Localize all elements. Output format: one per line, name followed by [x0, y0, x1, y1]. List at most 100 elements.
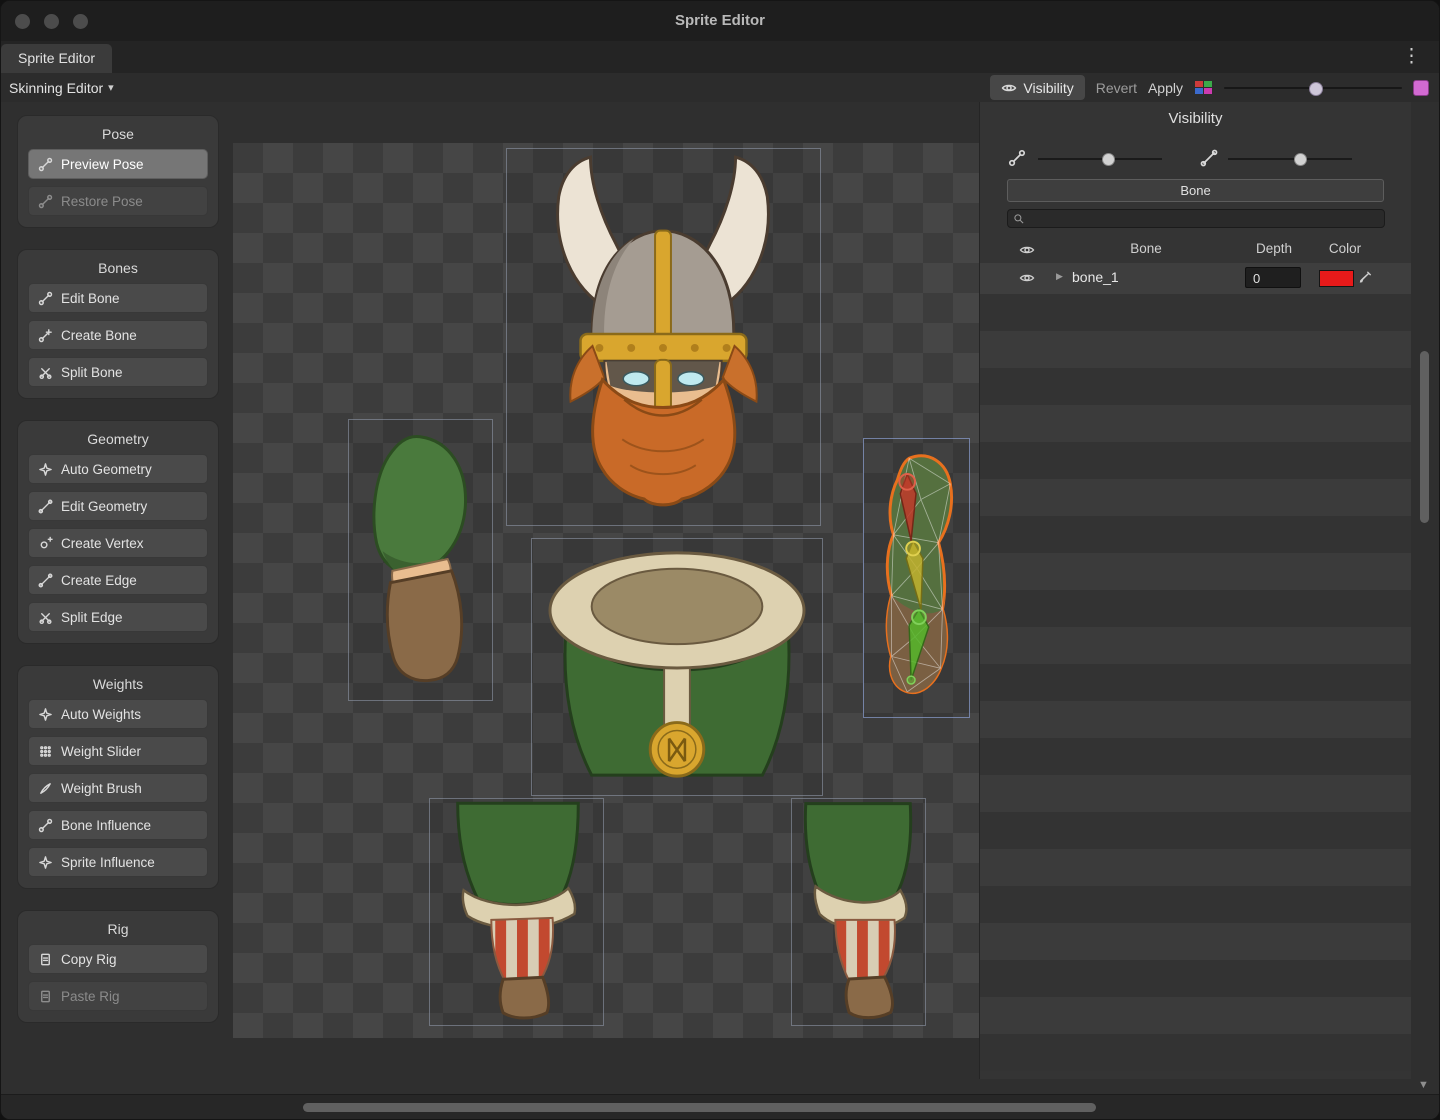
- bone-opacity-track: [1038, 158, 1162, 160]
- minimize-window-button[interactable]: [44, 14, 59, 29]
- column-color[interactable]: Color: [1314, 241, 1376, 256]
- mesh-opacity-thumb[interactable]: [1294, 153, 1307, 166]
- weight-brush-label: Weight Brush: [61, 781, 142, 796]
- panel-pose: Pose Preview Pose Restore Pose: [17, 115, 219, 228]
- horizontal-scrollbar-thumb[interactable]: [303, 1103, 1096, 1112]
- close-window-button[interactable]: [15, 14, 30, 29]
- auto-geometry-button[interactable]: Auto Geometry: [28, 454, 208, 484]
- color-channels-icon[interactable]: [1194, 80, 1213, 95]
- visibility-panel: Visibility Bone Bone Depth Color ▶ bone_…: [979, 102, 1411, 1079]
- sprite-influence-button[interactable]: Sprite Influence: [28, 847, 208, 877]
- create-edge-button[interactable]: Create Edge: [28, 565, 208, 595]
- panel-weights-title: Weights: [28, 676, 208, 692]
- vertical-scrollbar-thumb[interactable]: [1420, 351, 1429, 523]
- kebab-menu-icon[interactable]: ⋮: [1402, 45, 1421, 69]
- document-icon: [38, 952, 53, 967]
- zoom-window-button[interactable]: [73, 14, 88, 29]
- copy-rig-button[interactable]: Copy Rig: [28, 944, 208, 974]
- scroll-down-arrow-icon[interactable]: ▼: [1418, 1079, 1429, 1091]
- panel-weights: Weights Auto Weights Weight Slider Weigh…: [17, 665, 219, 889]
- title-bar: Sprite Editor: [1, 1, 1439, 42]
- toolbar-right-group: Visibility Revert Apply: [990, 73, 1429, 102]
- visibility-panel-title: Visibility: [980, 110, 1411, 127]
- sprite-viking-mitten-arm[interactable]: [348, 419, 493, 701]
- create-edge-label: Create Edge: [61, 573, 137, 588]
- sparkle-icon: [38, 707, 53, 722]
- mesh-opacity-track: [1228, 158, 1352, 160]
- column-bone[interactable]: Bone: [1060, 241, 1232, 256]
- panel-pose-title: Pose: [28, 126, 208, 142]
- panel-geometry-title: Geometry: [28, 431, 208, 447]
- auto-weights-button[interactable]: Auto Weights: [28, 699, 208, 729]
- sprite-viking-torso[interactable]: [531, 538, 823, 796]
- bone-opacity-thumb[interactable]: [1102, 153, 1115, 166]
- apply-button[interactable]: Apply: [1148, 80, 1183, 96]
- weight-slider-label: Weight Slider: [61, 744, 141, 759]
- alpha-slider-thumb[interactable]: [1309, 82, 1323, 96]
- weight-brush-button[interactable]: Weight Brush: [28, 773, 208, 803]
- edge-plus-icon: [38, 573, 53, 588]
- bone-color-swatch[interactable]: [1319, 270, 1354, 287]
- bone-icon: [38, 194, 53, 209]
- bone-visibility-eye-icon[interactable]: [1019, 270, 1035, 286]
- create-bone-button[interactable]: Create Bone: [28, 320, 208, 350]
- search-icon: [1013, 213, 1025, 225]
- eye-column-icon: [1019, 242, 1035, 258]
- panel-rig-title: Rig: [28, 921, 208, 937]
- alpha-slider[interactable]: [1224, 75, 1402, 100]
- edge-icon: [38, 499, 53, 514]
- edit-bone-button[interactable]: Edit Bone: [28, 283, 208, 313]
- preview-pose-label: Preview Pose: [61, 157, 144, 172]
- panel-rig: Rig Copy Rig Paste Rig: [17, 910, 219, 1023]
- tab-sprite-editor[interactable]: Sprite Editor: [1, 44, 112, 73]
- bone-tab[interactable]: Bone: [1007, 179, 1384, 202]
- sprite-viking-right-leg[interactable]: [791, 798, 926, 1026]
- tools-sidebar: Pose Preview Pose Restore Pose Bones Edi…: [17, 115, 219, 1023]
- scissors-icon: [38, 365, 53, 380]
- window-controls: [15, 14, 88, 29]
- visibility-toggle-button[interactable]: Visibility: [990, 75, 1084, 100]
- auto-weights-label: Auto Weights: [61, 707, 141, 722]
- scissors-icon: [38, 610, 53, 625]
- bone-table-header: Bone Depth Color: [980, 238, 1411, 262]
- bone-plus-icon: [38, 328, 53, 343]
- viking-head-art: [507, 149, 820, 525]
- weight-slider-button[interactable]: Weight Slider: [28, 736, 208, 766]
- mode-dropdown[interactable]: Skinning Editor ▾: [9, 73, 114, 102]
- disclosure-triangle-icon[interactable]: ▶: [1056, 271, 1063, 282]
- horizontal-scrollbar[interactable]: [1, 1094, 1439, 1119]
- bone-search-input[interactable]: [1007, 209, 1385, 228]
- bone-icon: [38, 157, 53, 172]
- paste-rig-label: Paste Rig: [61, 989, 120, 1004]
- sprite-viking-head[interactable]: [506, 148, 821, 526]
- bone-name[interactable]: bone_1: [1072, 269, 1119, 285]
- viking-arm-mesh-art: [864, 439, 969, 717]
- edit-bone-label: Edit Bone: [61, 291, 120, 306]
- sprite-viking-arm-mesh[interactable]: [863, 438, 970, 718]
- column-depth[interactable]: Depth: [1242, 241, 1306, 256]
- sprite-editor-window: Sprite Editor Sprite Editor ⋮ Skinning E…: [0, 0, 1440, 1120]
- edit-geometry-label: Edit Geometry: [61, 499, 147, 514]
- sprite-icon: [38, 855, 53, 870]
- vertex-plus-icon: [38, 536, 53, 551]
- sprite-viking-left-leg[interactable]: [429, 798, 604, 1026]
- preview-pose-button[interactable]: Preview Pose: [28, 149, 208, 179]
- bone-row[interactable]: ▶ bone_1 0: [980, 263, 1411, 294]
- bone-icon: [38, 291, 53, 306]
- split-bone-button[interactable]: Split Bone: [28, 357, 208, 387]
- split-edge-button[interactable]: Split Edge: [28, 602, 208, 632]
- sprite-influence-label: Sprite Influence: [61, 855, 155, 870]
- mode-dropdown-label: Skinning Editor: [9, 80, 103, 96]
- edit-geometry-button[interactable]: Edit Geometry: [28, 491, 208, 521]
- bone-depth-field[interactable]: 0: [1245, 267, 1301, 288]
- create-vertex-button[interactable]: Create Vertex: [28, 528, 208, 558]
- chevron-down-icon: ▾: [108, 81, 114, 94]
- bone-influence-button[interactable]: Bone Influence: [28, 810, 208, 840]
- revert-button[interactable]: Revert: [1096, 80, 1137, 96]
- sprite-overlay-icon[interactable]: [1413, 80, 1429, 96]
- viking-torso-art: [532, 539, 822, 795]
- sprite-canvas[interactable]: [233, 143, 979, 1038]
- eyedropper-icon[interactable]: [1358, 268, 1373, 286]
- panel-bones: Bones Edit Bone Create Bone Split Bone: [17, 249, 219, 399]
- panel-geometry: Geometry Auto Geometry Edit Geometry Cre…: [17, 420, 219, 644]
